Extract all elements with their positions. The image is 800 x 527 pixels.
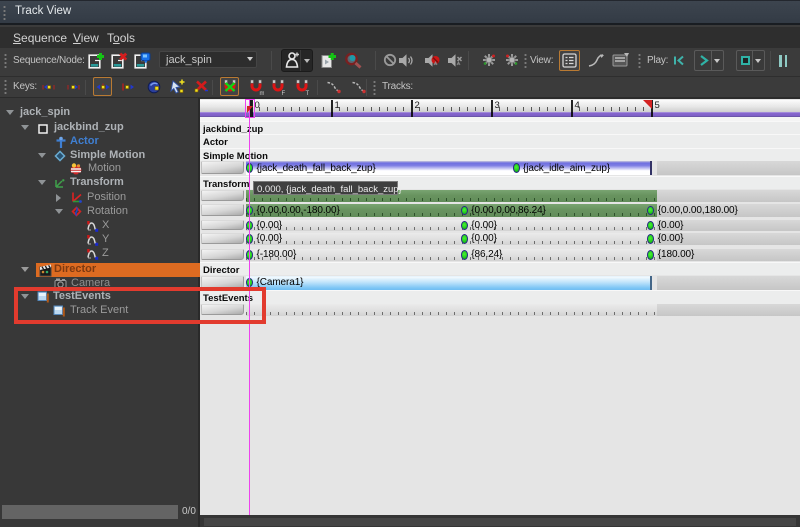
svg-text:m: m (260, 91, 265, 95)
svg-text:F: F (282, 91, 286, 95)
svg-text:T: T (306, 91, 310, 95)
